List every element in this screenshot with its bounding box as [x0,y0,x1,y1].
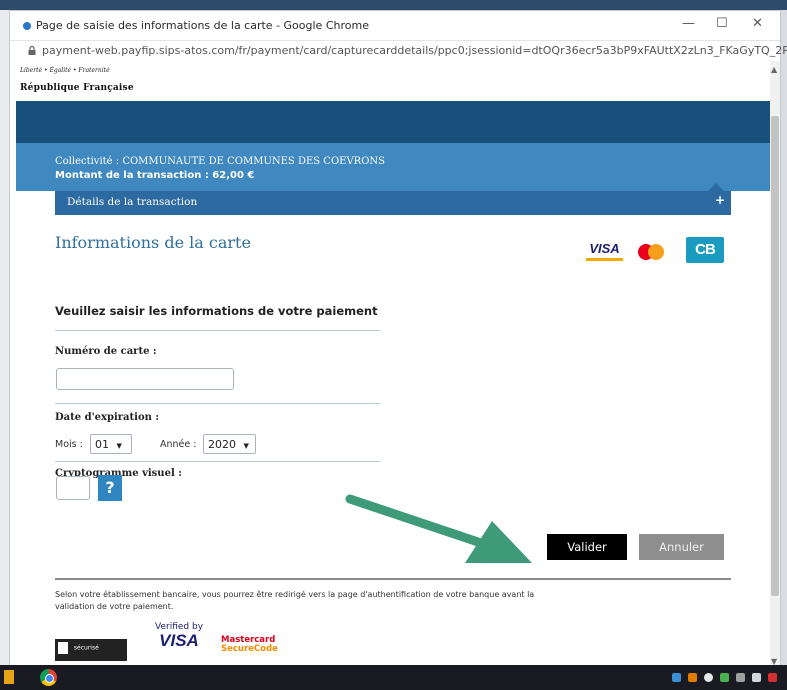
transaction-summary-band [16,143,770,191]
site-favicon-icon [23,22,31,30]
url-text[interactable]: payment-web.payfip.sips-atos.com/fr/paym… [42,44,787,57]
tray-status-icon[interactable] [704,673,713,682]
tray-app-icon[interactable] [688,673,697,682]
padlock-icon [58,642,68,654]
divider [55,403,380,404]
collectivite-text: Collectivité : COMMUNAUTE DE COMMUNES DE… [55,156,385,167]
verified-by-visa-logo: Verified by VISA [155,622,203,650]
transaction-details-toggle[interactable]: Détails de la transaction + [55,191,731,215]
secure-label: sécurisé [73,644,99,652]
divider [55,461,380,462]
scrollbar-thumb[interactable] [771,116,779,596]
payment-page: Liberté • Égalité • Fraternité Républiqu… [10,61,770,665]
chevron-down-icon: ▼ [243,442,249,450]
address-bar[interactable]: payment-web.payfip.sips-atos.com/fr/paym… [10,41,787,61]
chrome-taskbar-icon[interactable] [40,669,57,686]
help-question-icon[interactable]: ? [98,475,122,501]
tray-app-icon[interactable] [720,673,729,682]
caret-up-icon [708,183,724,191]
chevron-down-icon: ▼ [116,442,122,450]
year-select[interactable]: 2020 ▼ [203,434,256,454]
month-label: Mois : [55,439,83,450]
divider [55,330,380,331]
maximize-button[interactable]: ☐ [716,16,728,31]
cancel-button[interactable]: Annuler [639,534,724,560]
republic-motto: Liberté • Égalité • Fraternité [20,67,110,74]
form-title: Veuillez saisir les informations de votr… [55,304,378,318]
visa-logo-icon: VISA [586,239,623,261]
redirect-notice: Selon votre établissement bancaire, vous… [55,590,535,611]
lock-icon [28,46,36,55]
cb-logo-icon: CB [686,237,724,263]
month-select[interactable]: 01 ▼ [90,434,132,454]
scroll-up-icon[interactable]: ▲ [771,65,777,74]
window-title: Page de saisie des informations de la ca… [36,19,369,32]
secure-payment-badge: sécurisé [55,639,127,661]
vertical-scrollbar[interactable]: ▲ ▼ [770,61,780,666]
tray-notification-icon[interactable] [768,673,777,682]
annotation-arrow-icon [345,494,532,563]
tray-network-icon[interactable] [672,673,681,682]
card-number-label: Numéro de carte : [55,346,157,357]
footer-divider [55,578,731,580]
tray-volume-icon[interactable] [736,673,745,682]
amount-text: Montant de la transaction : 62,00 € [55,170,255,181]
month-value: 01 [95,438,109,451]
taskbar [0,665,787,690]
minimize-button[interactable]: — [682,16,695,31]
title-bar: Page de saisie des informations de la ca… [10,11,780,41]
tray-battery-icon[interactable] [752,673,761,682]
browser-window: Page de saisie des informations de la ca… [9,10,787,666]
transaction-details-label: Détails de la transaction [67,196,198,208]
validate-button[interactable]: Valider [547,534,627,560]
mastercard-securecode-logo: Mastercard SecureCode [221,636,278,654]
card-info-heading: Informations de la carte [55,233,251,252]
republic-title: République Française [20,83,134,93]
card-number-input[interactable] [56,368,234,390]
year-label: Année : [160,439,197,450]
taskbar-app-icon[interactable] [4,670,14,684]
mastercard-logo-icon [638,244,668,260]
cvv-input[interactable] [56,476,90,500]
visa-brand-text: VISA [159,631,199,650]
expiry-label: Date d'expiration : [55,412,160,423]
year-value: 2020 [208,438,236,451]
mc-line2: SecureCode [221,644,278,654]
close-button[interactable]: ✕ [752,16,763,31]
plus-icon: + [715,193,726,207]
desktop-top-strip [0,0,787,10]
header-band [16,101,770,143]
